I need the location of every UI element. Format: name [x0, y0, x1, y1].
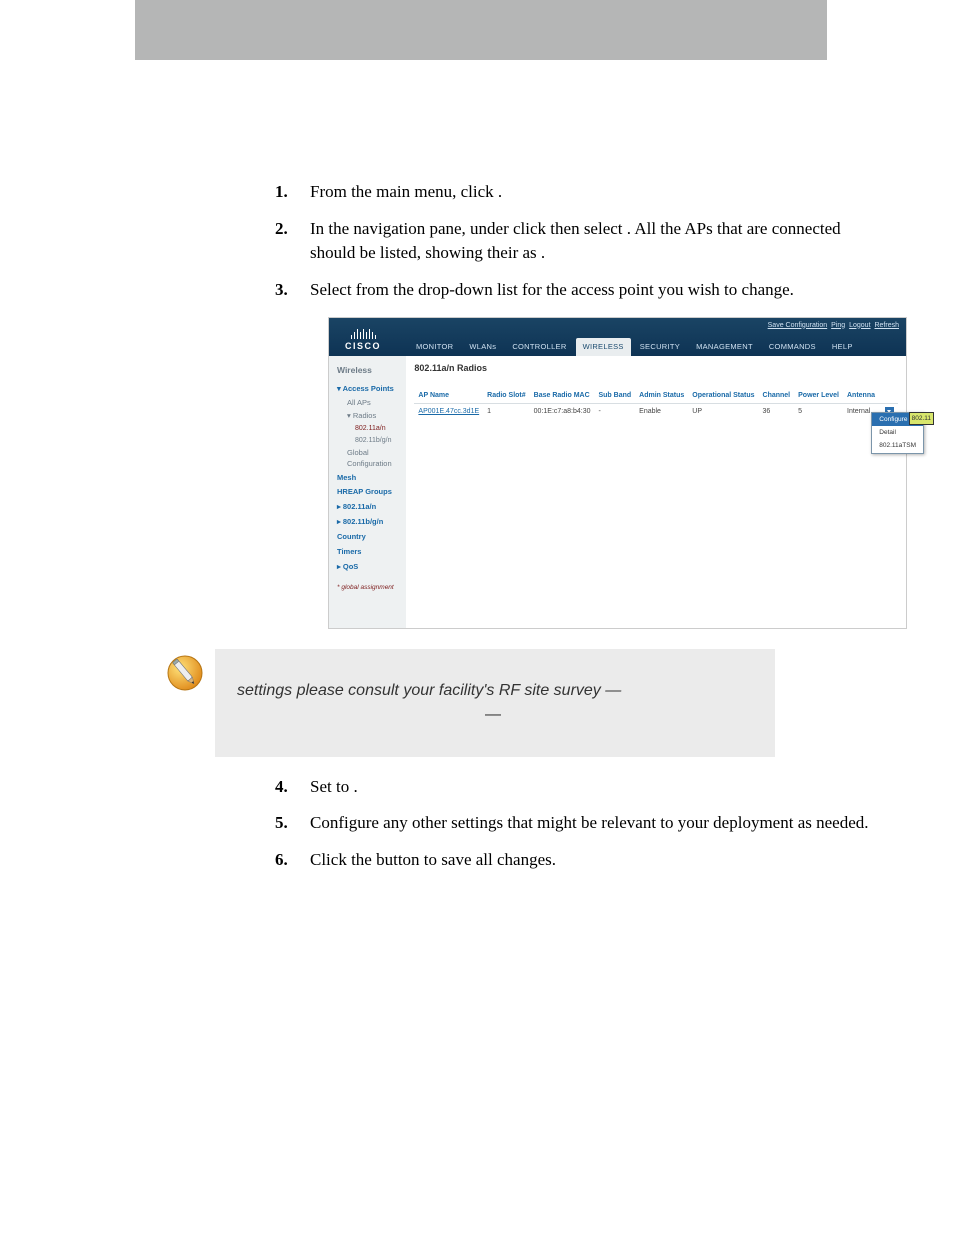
step-number: 4. [275, 775, 288, 800]
link-refresh[interactable]: Refresh [874, 322, 899, 329]
link-logout[interactable]: Logout [849, 322, 870, 329]
step-number: 6. [275, 848, 288, 873]
ctx-80211a-tsm[interactable]: 802.11aTSM [872, 439, 923, 452]
cisco-logo-text: CISCO [345, 340, 381, 353]
sidebar-qos[interactable]: ▸ QoS [329, 560, 406, 575]
nav-management[interactable]: MANAGEMENT [689, 338, 760, 356]
cell-ap-name[interactable]: AP001E.47cc.3d1E [414, 403, 483, 420]
col-op-status: Operational Status [688, 389, 758, 404]
nav-controller[interactable]: CONTROLLER [505, 338, 573, 356]
table-row: AP001E.47cc.3d1E 1 00:1E:c7:a8:b4:30 - E… [414, 403, 898, 420]
sidebar-timers[interactable]: Timers [329, 545, 406, 560]
sidebar-radio-80211an[interactable]: 802.11a/n [329, 423, 406, 435]
note-icon [155, 649, 215, 693]
cell-radio-slot: 1 [483, 403, 530, 420]
nav-help[interactable]: HELP [825, 338, 860, 356]
step-number: 1. [275, 180, 288, 205]
sidebar-access-points[interactable]: ▾ Access Points [329, 382, 406, 397]
wlc-top-links: Save Configuration Ping Logout Refresh [767, 321, 900, 331]
col-power-level: Power Level [794, 389, 843, 404]
step-number: 5. [275, 811, 288, 836]
cell-admin-status: Enable [635, 403, 688, 420]
cell-base-mac: 00:1E:c7:a8:b4:30 [530, 403, 595, 420]
wlc-screenshot: CISCO MONITOR WLANs CONTROLLER WIRELESS … [328, 317, 907, 629]
col-channel: Channel [759, 389, 795, 404]
cell-sub-band: - [594, 403, 635, 420]
ctx-menu-tag: 802.11 [909, 412, 934, 425]
col-antenna: Antenna [843, 389, 879, 404]
sidebar-mesh[interactable]: Mesh [329, 471, 406, 486]
step-number: 2. [275, 217, 288, 242]
nav-wlans[interactable]: WLANs [462, 338, 503, 356]
step-number: 3. [275, 278, 288, 303]
sidebar-hreap-groups[interactable]: HREAP Groups [329, 485, 406, 500]
ap-radios-table: AP Name Radio Slot# Base Radio MAC Sub B… [414, 389, 898, 421]
wlc-page-title: 802.11a/n Radios [414, 362, 898, 375]
sidebar-footnote: * global assignment [329, 575, 406, 592]
link-save-configuration[interactable]: Save Configuration [768, 322, 828, 329]
nav-wireless[interactable]: WIRELESS [576, 338, 631, 356]
note-box: settings please consult your facility's … [215, 649, 775, 757]
sidebar-country[interactable]: Country [329, 530, 406, 545]
step-text: Configure any other settings that might … [310, 813, 869, 832]
col-ap-name: AP Name [414, 389, 483, 404]
step-text: Set to . [310, 777, 358, 796]
col-radio-slot: Radio Slot# [483, 389, 530, 404]
nav-commands[interactable]: COMMANDS [762, 338, 823, 356]
step-text: Select from the drop-down list for the a… [310, 280, 794, 299]
cell-power-level: 5 [794, 403, 843, 420]
step-text: In the navigation pane, under click then… [310, 219, 841, 263]
wlc-sidebar: Wireless ▾ Access Points All APs ▾ Radio… [329, 356, 406, 628]
step-text: Click the button to save all changes. [310, 850, 556, 869]
col-base-mac: Base Radio MAC [530, 389, 595, 404]
ctx-detail[interactable]: Detail [872, 426, 923, 439]
nav-security[interactable]: SECURITY [633, 338, 687, 356]
sidebar-global-config[interactable]: Global Configuration [329, 447, 406, 471]
sidebar-80211an[interactable]: ▸ 802.11a/n [329, 500, 406, 515]
sidebar-radios[interactable]: ▾ Radios [329, 410, 406, 423]
link-ping[interactable]: Ping [831, 322, 845, 329]
cisco-logo-bars [351, 329, 376, 339]
cell-channel: 36 [759, 403, 795, 420]
sidebar-80211bgn[interactable]: ▸ 802.11b/g/n [329, 515, 406, 530]
sidebar-title: Wireless [329, 362, 406, 382]
nav-monitor[interactable]: MONITOR [409, 338, 460, 356]
step-text: From the main menu, click . [310, 182, 502, 201]
sidebar-all-aps[interactable]: All APs [329, 397, 406, 410]
cell-op-status: UP [688, 403, 758, 420]
col-sub-band: Sub Band [594, 389, 635, 404]
sidebar-radio-80211bgn[interactable]: 802.11b/g/n [329, 435, 406, 447]
col-admin-status: Admin Status [635, 389, 688, 404]
